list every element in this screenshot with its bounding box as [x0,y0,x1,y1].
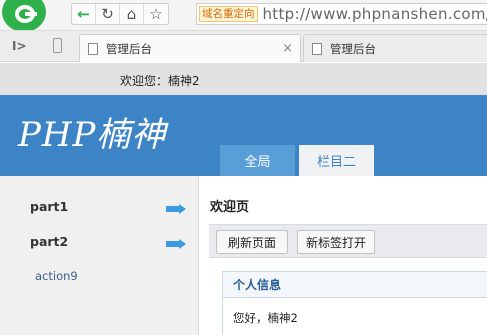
sidebar-toggle-icon[interactable]: I> [12,39,27,53]
reload-icon[interactable]: ↻ [96,4,120,24]
arrow-right-icon [166,204,186,214]
url-field[interactable]: 域名重定向 http://www.phpnanshen.com/ [196,3,487,25]
close-icon[interactable]: × [282,41,293,56]
main-content: 欢迎页 刷新页面 新标签打开 个人信息 您好，楠神2 [198,176,487,335]
url-text[interactable]: http://www.phpnanshen.com/ [263,5,487,23]
site-logo: PHP楠神 [18,115,167,155]
open-new-tab-button[interactable]: 新标签打开 [297,230,375,254]
panel-title: 个人信息 [223,272,487,298]
sidebar-subitem-action9[interactable]: action9 [35,269,78,283]
page-title: 欢迎页 [210,200,250,215]
toolbar: 刷新页面 新标签打开 [209,224,487,258]
nav-tab-global[interactable]: 全局 [220,145,295,176]
browser-tab-label: 管理后台 [330,41,376,56]
personal-info-panel: 个人信息 您好，楠神2 [222,271,487,335]
document-icon [312,42,322,55]
browser-address-bar: ← ↻ ⌂ ☆ 域名重定向 http://www.phpnanshen.com/ [0,0,487,32]
back-arrow-icon[interactable]: ← [72,4,96,24]
browser-tab[interactable]: 管理后台 [303,34,487,62]
site-header: PHP楠神 全局 栏目二 [0,95,487,176]
sidebar: part1 part2 action9 [0,176,198,335]
sidebar-item-part1[interactable]: part1 [30,199,68,214]
browser-tab-active[interactable]: 管理后台 × [79,34,301,62]
browser-tab-label: 管理后台 [106,41,152,56]
document-icon [88,42,98,55]
home-icon[interactable]: ⌂ [120,4,144,24]
phone-icon[interactable] [53,38,62,53]
browser-tab-bar: I> 管理后台 × 管理后台 [0,30,487,62]
panel-greeting: 您好，楠神2 [233,311,298,325]
welcome-bar: 欢迎您：楠神2 [0,63,487,95]
welcome-text: 欢迎您：楠神2 [120,74,200,88]
star-icon[interactable]: ☆ [144,4,168,24]
arrow-right-icon [166,239,186,249]
navigation-buttons: ← ↻ ⌂ ☆ [71,3,169,25]
redirect-badge[interactable]: 域名重定向 [199,6,258,22]
sidebar-item-part2[interactable]: part2 [30,234,68,249]
browser-logo-icon[interactable] [2,0,46,32]
nav-tab-column-two[interactable]: 栏目二 [299,145,374,176]
refresh-page-button[interactable]: 刷新页面 [216,230,288,254]
